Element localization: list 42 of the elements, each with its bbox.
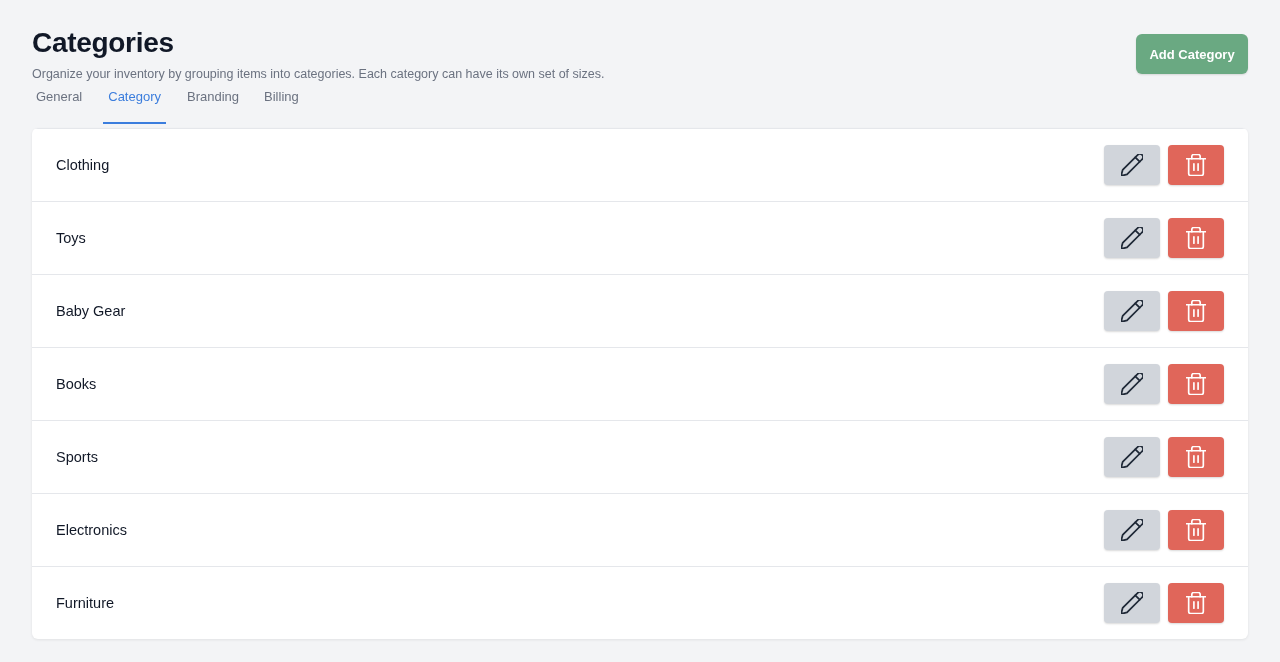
tab[interactable]: Billing xyxy=(260,84,303,124)
trash-icon xyxy=(1186,227,1206,249)
trash-icon xyxy=(1186,154,1206,176)
pencil-icon xyxy=(1121,300,1143,322)
pencil-icon xyxy=(1121,227,1143,249)
tab[interactable]: General xyxy=(32,84,87,124)
page-description: Organize your inventory by grouping items into categories. Each category can have its own set of sizes. xyxy=(32,66,605,82)
edit-button[interactable] xyxy=(1104,583,1160,623)
delete-button[interactable] xyxy=(1168,510,1224,550)
delete-button[interactable] xyxy=(1168,218,1224,258)
category-name: Baby Gear xyxy=(56,303,126,319)
category-name: Furniture xyxy=(56,595,115,611)
tab[interactable]: Category xyxy=(103,84,166,124)
tab[interactable]: Branding xyxy=(183,84,244,124)
trash-icon xyxy=(1186,446,1206,468)
edit-button[interactable] xyxy=(1104,364,1160,404)
trash-icon xyxy=(1186,519,1206,541)
category-name: Books xyxy=(56,376,97,392)
trash-icon xyxy=(1186,373,1206,395)
category-name: Clothing xyxy=(56,157,110,173)
edit-button[interactable] xyxy=(1104,437,1160,477)
delete-button[interactable] xyxy=(1168,364,1224,404)
pencil-icon xyxy=(1121,592,1143,614)
trash-icon xyxy=(1186,592,1206,614)
trash-icon xyxy=(1186,300,1206,322)
edit-button[interactable] xyxy=(1104,218,1160,258)
edit-button[interactable] xyxy=(1104,510,1160,550)
pencil-icon xyxy=(1121,373,1143,395)
pencil-icon xyxy=(1121,446,1143,468)
category-name: Electronics xyxy=(56,522,127,538)
category-name: Toys xyxy=(56,230,86,246)
page-title: Categories xyxy=(32,26,175,60)
category-name: Sports xyxy=(56,449,98,465)
delete-button[interactable] xyxy=(1168,145,1224,185)
pencil-icon xyxy=(1121,154,1143,176)
delete-button[interactable] xyxy=(1168,583,1224,623)
delete-button[interactable] xyxy=(1168,437,1224,477)
pencil-icon xyxy=(1121,519,1143,541)
edit-button[interactable] xyxy=(1104,291,1160,331)
add-category-button[interactable]: Add Category xyxy=(1136,34,1248,74)
edit-button[interactable] xyxy=(1104,145,1160,185)
delete-button[interactable] xyxy=(1168,291,1224,331)
